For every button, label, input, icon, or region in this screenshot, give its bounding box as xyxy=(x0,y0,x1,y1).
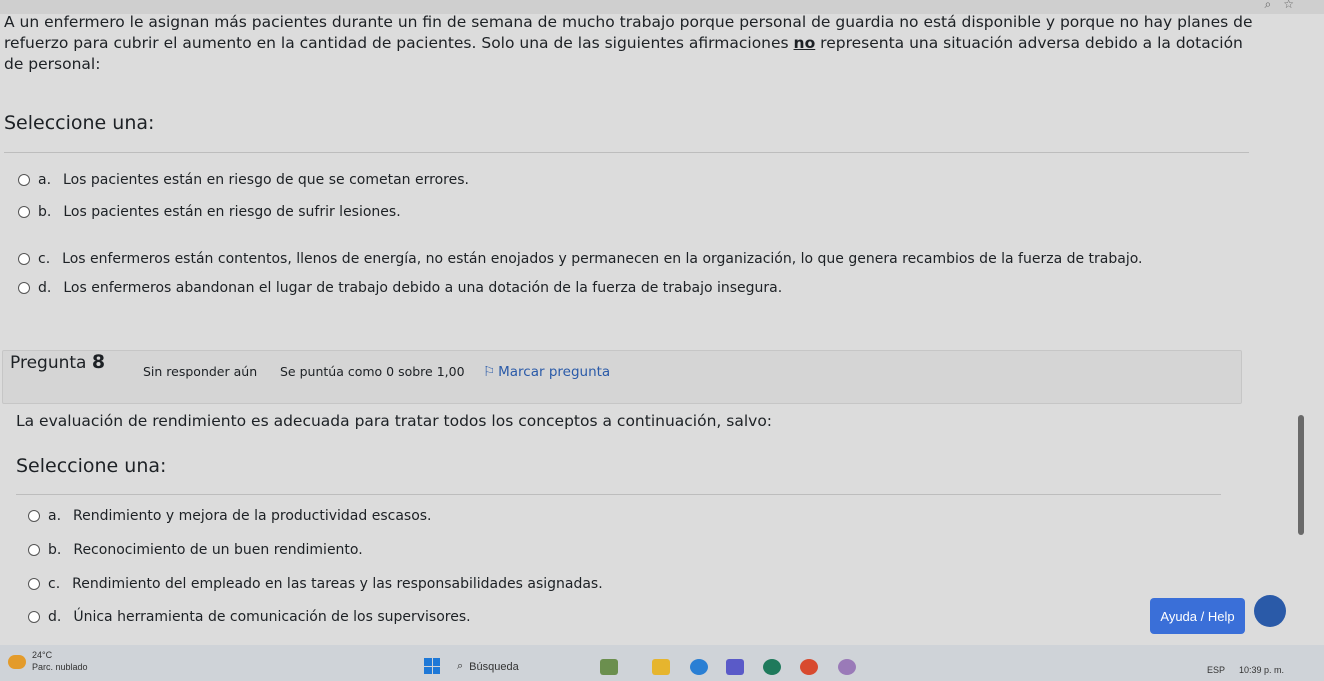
radio-button[interactable] xyxy=(18,206,30,218)
chrome-icon[interactable] xyxy=(800,659,818,675)
weather-widget[interactable]: 24°C Parc. nublado xyxy=(8,649,88,673)
question-8-info: Pregunta 8 Sin responder aún Se puntúa c… xyxy=(2,350,1242,404)
system-tray: ESP 10:39 p. m. xyxy=(1206,665,1284,675)
q8-answer-b[interactable]: b. Reconocimiento de un buen rendimiento… xyxy=(28,542,363,558)
bookmark-star-icon[interactable]: ☆ xyxy=(1283,0,1294,12)
store-icon[interactable] xyxy=(763,659,781,675)
app-icon[interactable] xyxy=(838,659,856,675)
q8-answer-a[interactable]: a. Rendimiento y mejora de la productivi… xyxy=(28,508,432,524)
radio-button[interactable] xyxy=(28,510,40,522)
q7-answer-b[interactable]: b. Los pacientes están en riesgo de sufr… xyxy=(18,204,401,220)
q8-divider xyxy=(16,494,1221,495)
help-button[interactable]: Ayuda / Help xyxy=(1150,598,1245,634)
question-8-text: La evaluación de rendimiento es adecuada… xyxy=(16,412,773,430)
radio-button[interactable] xyxy=(18,282,30,294)
scrollbar[interactable] xyxy=(1298,415,1304,535)
radio-button[interactable] xyxy=(28,611,40,623)
taskbar: 24°C Parc. nublado ⌕ Búsqueda ESP 10:39 … xyxy=(0,645,1324,681)
teams-icon[interactable] xyxy=(726,659,744,675)
question-7-text: A un enfermero le asignan más pacientes … xyxy=(4,13,1253,73)
q7-select-label: Seleccione una: xyxy=(4,112,155,134)
windows-start-icon[interactable] xyxy=(424,658,440,674)
flag-question-link[interactable]: ⚐ Marcar pregunta xyxy=(483,364,610,380)
search-icon: ⌕ xyxy=(457,660,464,672)
chat-icon[interactable] xyxy=(1254,595,1286,627)
file-explorer-icon[interactable] xyxy=(652,659,670,675)
edge-browser-icon[interactable] xyxy=(690,659,708,675)
flag-icon: ⚐ xyxy=(483,364,496,380)
emphasis-no: no xyxy=(793,34,816,52)
q7-answer-d[interactable]: d. Los enfermeros abandonan el lugar de … xyxy=(18,280,782,296)
question-number: Pregunta 8 xyxy=(10,351,106,373)
q7-divider xyxy=(4,152,1249,153)
q8-select-label: Seleccione una: xyxy=(16,455,167,477)
widgets-app-icon[interactable] xyxy=(600,659,618,675)
weather-icon xyxy=(8,655,26,669)
zoom-icon[interactable]: ⌕ xyxy=(1265,0,1272,12)
radio-button[interactable] xyxy=(28,578,40,590)
q7-answer-c[interactable]: c. Los enfermeros están contentos, lleno… xyxy=(18,251,1143,267)
question-status: Sin responder aún xyxy=(143,364,258,379)
taskbar-search[interactable]: ⌕ Búsqueda xyxy=(457,660,519,673)
q8-answer-c[interactable]: c. Rendimiento del empleado en las tarea… xyxy=(28,576,603,592)
radio-button[interactable] xyxy=(18,174,30,186)
q7-answer-a[interactable]: a. Los pacientes están en riesgo de que … xyxy=(18,172,469,188)
q8-answer-d[interactable]: d. Única herramienta de comunicación de … xyxy=(28,609,471,625)
radio-button[interactable] xyxy=(28,544,40,556)
radio-button[interactable] xyxy=(18,253,30,265)
question-points: Se puntúa como 0 sobre 1,00 xyxy=(280,364,465,379)
